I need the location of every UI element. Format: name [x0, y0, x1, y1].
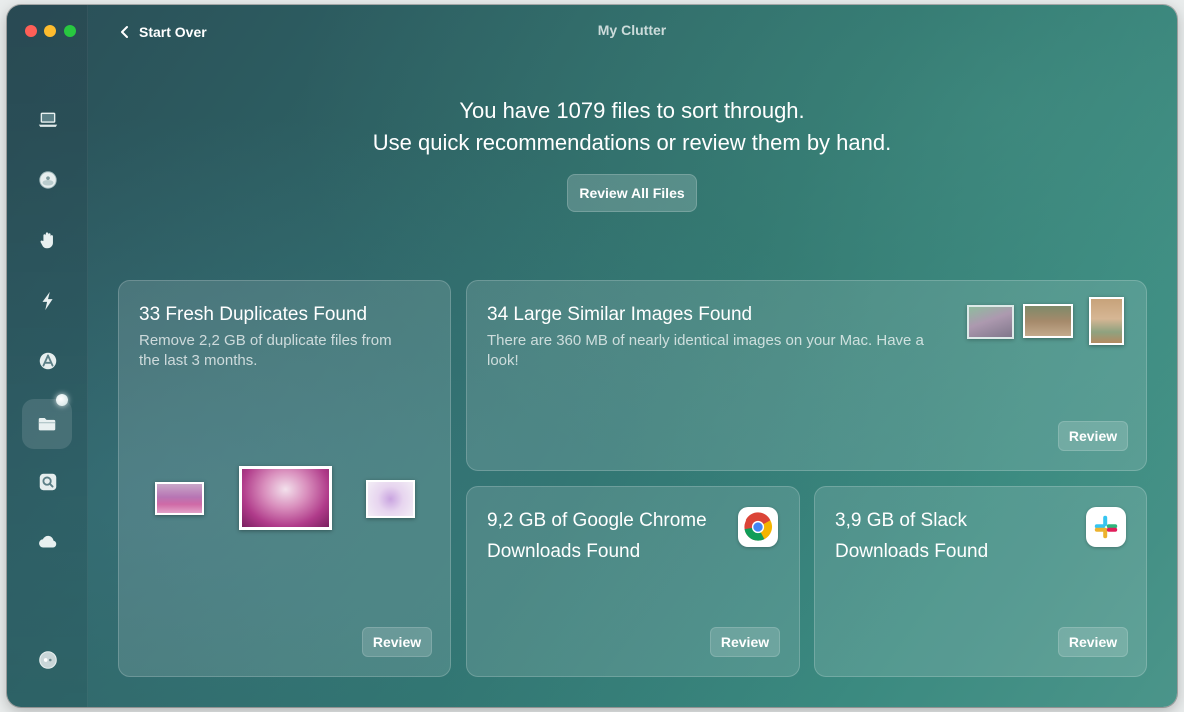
apps-icon [39, 352, 57, 370]
minimize-window-button[interactable] [44, 25, 56, 37]
duplicates-review-button[interactable]: Review [362, 627, 432, 657]
sidebar [7, 5, 88, 707]
similar-images-title: 34 Large Similar Images Found [487, 304, 753, 325]
notification-dot [56, 394, 68, 406]
duplicate-thumbnail-small-right [366, 480, 415, 518]
macbook-icon [38, 112, 58, 127]
chrome-downloads-title: 9,2 GB of Google Chrome Downloads Found [487, 505, 707, 567]
similar-images-description: There are 360 MB of nearly identical ima… [487, 331, 924, 371]
sidebar-item-performance[interactable] [31, 284, 65, 318]
duplicate-thumbnail-small-left [155, 482, 204, 515]
headline-line-2: Use quick recommendations or review them… [372, 130, 892, 155]
slack-downloads-title-line-1: 3,9 GB of Slack [835, 510, 968, 531]
duplicates-card: 33 Fresh Duplicates Found Remove 2,2 GB … [118, 280, 451, 677]
chrome-downloads-title-line-1: 9,2 GB of Google Chrome [487, 510, 707, 531]
slack-downloads-title: 3,9 GB of Slack Downloads Found [835, 505, 988, 567]
sidebar-item-cleanup[interactable] [31, 103, 65, 137]
assistant-icon [39, 651, 57, 669]
similar-images-description-line-1: There are 360 MB of nearly identical ima… [487, 332, 924, 349]
close-window-button[interactable] [25, 25, 37, 37]
similar-thumbnail-3 [1089, 297, 1124, 345]
zoom-window-button[interactable] [64, 25, 76, 37]
slack-downloads-title-line-2: Downloads Found [835, 541, 989, 562]
sidebar-assistant[interactable] [31, 643, 65, 677]
headline-line-1: You have 1079 files to sort through. [459, 98, 805, 123]
sidebar-item-privacy[interactable] [31, 223, 65, 257]
sidebar-item-my-clutter[interactable] [22, 399, 72, 449]
chrome-downloads-title-line-2: Downloads Found [487, 541, 641, 562]
disc-icon [39, 171, 57, 189]
sidebar-item-cloud[interactable] [31, 525, 65, 559]
chrome-review-button[interactable]: Review [710, 627, 780, 657]
duplicates-title: 33 Fresh Duplicates Found [139, 304, 368, 325]
page-headline: You have 1079 files to sort through. Use… [87, 95, 1177, 159]
chrome-icon [738, 507, 778, 547]
app-window: Start Over My Clutter You have 1079 file… [7, 5, 1177, 707]
window-title: My Clutter [597, 22, 667, 38]
similar-images-review-button[interactable]: Review [1058, 421, 1128, 451]
slack-icon [1086, 507, 1126, 547]
similar-thumbnail-1 [967, 305, 1014, 339]
duplicates-description: Remove 2,2 GB of duplicate files from th… [139, 331, 392, 371]
sidebar-item-protection[interactable] [31, 163, 65, 197]
duplicate-thumbnail-large [239, 466, 332, 530]
sidebar-item-applications[interactable] [31, 344, 65, 378]
search-icon [39, 473, 57, 491]
duplicates-description-line-2: the last 3 months. [139, 352, 258, 369]
chrome-downloads-card: 9,2 GB of Google Chrome Downloads Found … [466, 486, 800, 677]
slack-review-button[interactable]: Review [1058, 627, 1128, 657]
lightning-icon [42, 291, 53, 311]
slack-downloads-card: 3,9 GB of Slack Downloads Found Review [814, 486, 1147, 677]
hand-icon [40, 232, 53, 249]
similar-thumbnail-2 [1023, 304, 1073, 338]
review-all-files-button[interactable]: Review All Files [567, 174, 697, 212]
sidebar-item-space-lens[interactable] [31, 465, 65, 499]
cloud-icon [39, 535, 57, 548]
duplicates-description-line-1: Remove 2,2 GB of duplicate files from [139, 332, 392, 349]
similar-images-card: 34 Large Similar Images Found There are … [466, 280, 1147, 471]
folder-icon [38, 418, 56, 431]
similar-images-description-line-2: look! [487, 352, 519, 369]
